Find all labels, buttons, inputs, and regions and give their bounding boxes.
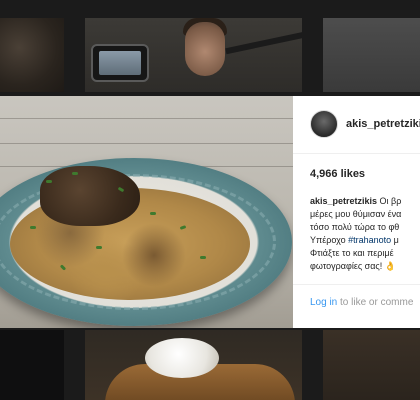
face-in-photo	[185, 22, 225, 76]
caption-hashtag[interactable]: #trahanoto	[348, 235, 391, 245]
post-username[interactable]: akis_petretzikis	[346, 118, 420, 130]
profile-avatar[interactable]	[310, 110, 338, 138]
caption-text-4: Υπέροχο	[310, 235, 349, 245]
selfie-stick	[225, 31, 302, 55]
grid-thumbnail-selfie[interactable]	[85, 18, 302, 92]
post-header: akis_petretzikis	[293, 96, 420, 154]
login-text: to like or comme	[337, 297, 414, 308]
panel-divider	[293, 284, 420, 285]
grid-thumbnail-dark[interactable]	[0, 330, 64, 400]
post-photo	[0, 96, 293, 328]
grid-thumbnail-bread[interactable]	[0, 18, 64, 92]
likes-count[interactable]: 4,966 likes	[310, 168, 365, 180]
caption-text-5: Φτιάξτε το και περιμέ	[310, 248, 394, 258]
login-prompt: Log in to like or comme	[310, 297, 413, 308]
grid-thumbnail-egg-toast[interactable]	[85, 330, 302, 400]
caption-text-4b: μ	[391, 235, 399, 245]
caption-text-1: Οι βρ	[377, 196, 402, 206]
caption-text-6: φωτογραφίες σας! 👌	[310, 261, 396, 271]
egg-in-photo	[145, 338, 219, 378]
caption-text-2: μέρες μου θύμισαν ένα	[310, 209, 402, 219]
post-side-panel: akis_petretzikis 4,966 likes akis_petret…	[293, 96, 420, 328]
grid-thumbnail-wall[interactable]	[323, 18, 420, 92]
login-link[interactable]: Log in	[310, 297, 337, 308]
post-caption: akis_petretzikis Οι βρ μέρες μου θύμισαν…	[310, 195, 420, 273]
phone-in-photo	[91, 44, 149, 82]
meat-topping	[40, 166, 140, 226]
grid-thumbnail-food[interactable]	[323, 330, 420, 400]
caption-text-3: τόσο πολύ τώρα το φθ	[310, 222, 400, 232]
caption-username[interactable]: akis_petretzikis	[310, 196, 377, 206]
